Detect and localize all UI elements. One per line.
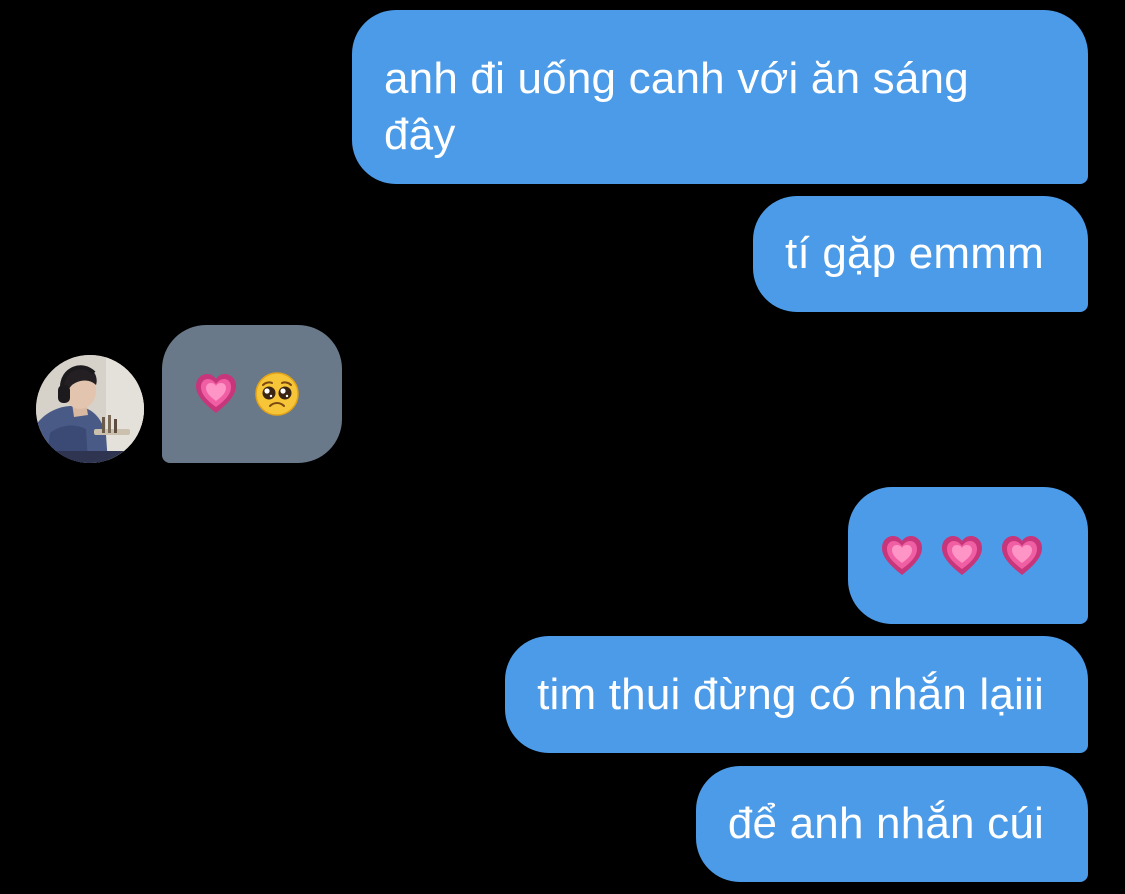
message-bubble-sent[interactable]: tí gặp emmm xyxy=(753,196,1088,312)
message-text: anh đi uống canh với ăn sáng đây xyxy=(384,54,969,159)
message-text: tim thui đừng có nhắn lạiii xyxy=(537,669,1044,719)
message-text: để anh nhắn cúi xyxy=(727,799,1044,848)
contact-avatar[interactable] xyxy=(36,355,144,463)
message-text: tí gặp emmm xyxy=(785,229,1044,278)
avatar-photo xyxy=(36,355,144,463)
emoji-row xyxy=(194,366,300,422)
growing-heart-emoji xyxy=(1002,535,1042,575)
pleading-face-emoji xyxy=(255,372,299,416)
message-bubble-sent[interactable]: để anh nhắn cúi xyxy=(695,766,1088,882)
growing-heart-emoji xyxy=(882,535,922,575)
growing-heart-emoji xyxy=(942,535,982,575)
message-bubble-sent[interactable] xyxy=(848,487,1088,624)
message-bubble-sent[interactable]: anh đi uống canh với ăn sáng đây xyxy=(352,10,1088,184)
message-bubble-received[interactable] xyxy=(162,325,342,463)
growing-heart-emoji xyxy=(196,374,236,413)
emoji-row xyxy=(880,528,1044,584)
message-bubble-sent[interactable]: tim thui đừng có nhắn lạiii xyxy=(505,636,1088,753)
